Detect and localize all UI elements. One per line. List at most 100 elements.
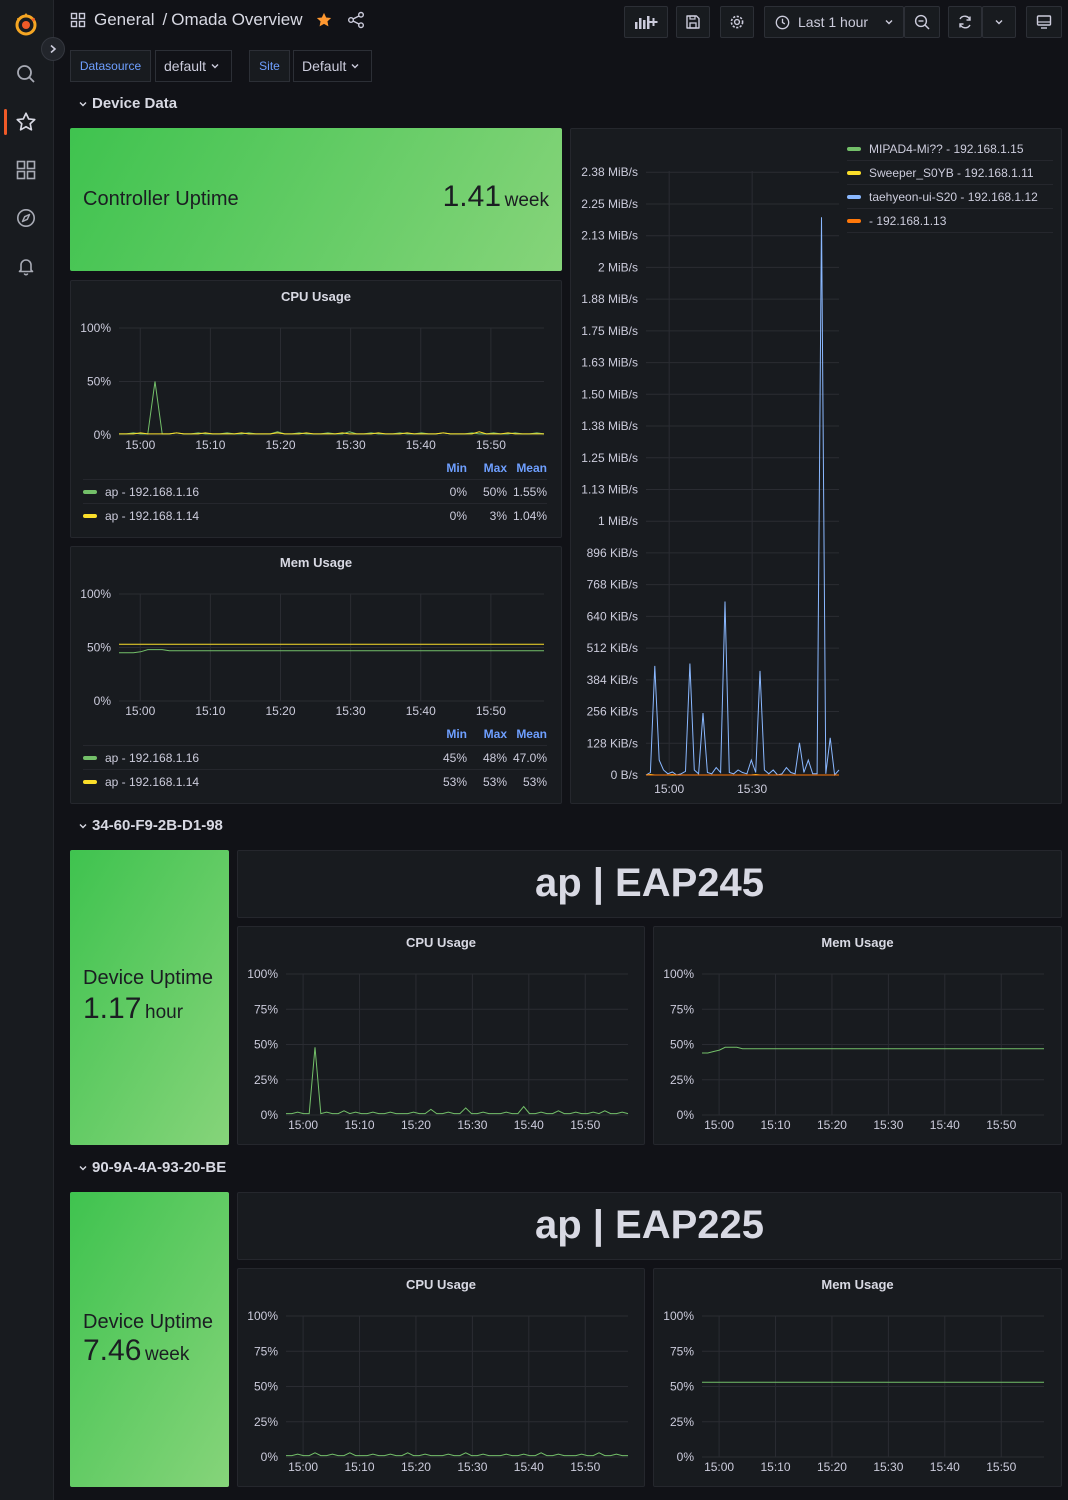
- legend-header-mean[interactable]: Mean: [507, 727, 547, 741]
- row-title: Device Data: [92, 95, 178, 112]
- row-device-1[interactable]: 34-60-F9-2B-D1-98: [78, 817, 223, 834]
- save-dashboard-button[interactable]: [676, 6, 710, 38]
- save-icon: [686, 15, 700, 29]
- mem-usage-panel[interactable]: Mem Usage 0% 50% 100% 15:00 15:10 15:20 15:30 1…: [70, 546, 562, 804]
- monitor-icon: [1036, 15, 1052, 29]
- x-tick-label: 15:30: [457, 1460, 487, 1474]
- time-range-picker[interactable]: Last 1 hour: [764, 6, 904, 38]
- legend-item[interactable]: Sweeper_S0YB - 192.168.1.11: [847, 161, 1053, 185]
- series-color-swatch: [847, 170, 861, 175]
- folder-link[interactable]: General: [94, 10, 154, 30]
- x-tick-label: 15:40: [514, 1460, 544, 1474]
- zoom-out-icon: [914, 14, 930, 30]
- device-uptime-stat[interactable]: Device Uptime 1.17 hour: [70, 850, 229, 1145]
- series-color-swatch: [83, 489, 97, 494]
- series-color-swatch: [847, 146, 861, 151]
- legend-series-name: - 192.168.1.13: [869, 213, 947, 228]
- stat-unit: week: [504, 190, 549, 211]
- legend-header-max[interactable]: Max: [467, 727, 507, 741]
- refresh-interval-dropdown[interactable]: [982, 6, 1016, 38]
- legend-min: 45%: [442, 750, 467, 765]
- row-title: 34-60-F9-2B-D1-98: [92, 817, 223, 834]
- x-tick-label: 15:50: [570, 1118, 600, 1132]
- x-tick-label: 15:30: [336, 704, 366, 718]
- zoom-out-button[interactable]: [904, 6, 940, 38]
- legend-headers: Min Max Mean: [427, 727, 547, 741]
- x-tick-label: 15:00: [654, 782, 684, 796]
- datasource-value: default: [164, 58, 207, 74]
- starred-icon[interactable]: [12, 108, 40, 136]
- cpu-usage-panel[interactable]: CPU Usage 0% 50% 100% 15:00 15:10 15:20 15:30 1…: [70, 280, 562, 538]
- x-tick-label: 15:20: [265, 438, 295, 452]
- legend-series-name: ap - 192.168.1.14: [105, 774, 200, 789]
- y-tick-label: 1.63 MiB/s: [581, 356, 638, 370]
- tv-mode-button[interactable]: [1026, 6, 1062, 38]
- add-panel-button[interactable]: [624, 6, 668, 38]
- row-device-data[interactable]: Device Data: [78, 95, 177, 112]
- dashboards-icon[interactable]: [12, 156, 40, 184]
- alerting-bell-icon[interactable]: [12, 252, 40, 280]
- x-tick-label: 15:30: [873, 1118, 903, 1132]
- x-tick-label: 15:40: [514, 1118, 544, 1132]
- legend-max: 53%: [482, 774, 507, 789]
- series-line: [646, 773, 839, 776]
- device-title-panel: ap | EAP245: [237, 850, 1062, 918]
- legend-item[interactable]: ap - 192.168.1.16 0% 50% 1.55%: [83, 479, 547, 503]
- chevron-down-icon: [79, 1165, 87, 1170]
- search-icon[interactable]: [12, 60, 40, 88]
- client-traffic-panel[interactable]: 0 B/s 128 KiB/s 256 KiB/s 384 KiB/s 512 KiB/…: [570, 128, 1062, 804]
- legend-item[interactable]: - 192.168.1.13: [847, 209, 1053, 233]
- star-filled-icon[interactable]: [315, 11, 333, 29]
- legend-header-max[interactable]: Max: [467, 461, 507, 475]
- mem-usage-chart: 0% 50% 100% 15:00 15:10 15:20 15:30 15:40 15:50: [80, 587, 544, 718]
- x-tick-label: 15:00: [704, 1118, 734, 1132]
- stat-value: 1.41: [442, 180, 502, 213]
- legend-item[interactable]: taehyeon-ui-S20 - 192.168.1.12: [847, 185, 1053, 209]
- datasource-variable-select[interactable]: default: [155, 50, 232, 82]
- y-tick-label: 384 KiB/s: [587, 673, 638, 687]
- device-mem-panel[interactable]: Mem Usage 0% 25% 50% 75% 100% 15:00 15:10 15:20…: [653, 926, 1062, 1145]
- device-cpu-panel[interactable]: CPU Usage 0% 25% 50% 75% 100% 15:00 15:10 15:20…: [237, 1268, 645, 1487]
- site-variable-select[interactable]: Default: [293, 50, 372, 82]
- legend-item[interactable]: ap - 192.168.1.14 53% 53% 53%: [83, 769, 547, 793]
- legend-series-name: MIPAD4-Mi?? - 192.168.1.15: [869, 141, 1024, 156]
- legend-item[interactable]: MIPAD4-Mi?? - 192.168.1.15: [847, 137, 1053, 161]
- refresh-button[interactable]: [948, 6, 982, 38]
- chevron-down-icon: [211, 64, 219, 69]
- x-tick-label: 15:00: [288, 1460, 318, 1474]
- chevron-down-icon: [995, 20, 1003, 25]
- y-tick-label: 50%: [670, 1380, 694, 1394]
- dashboard-settings-button[interactable]: [720, 6, 754, 38]
- legend-item[interactable]: ap - 192.168.1.16 45% 48% 47.0%: [83, 745, 547, 769]
- x-tick-label: 15:40: [930, 1118, 960, 1132]
- gear-icon: [730, 15, 744, 29]
- y-tick-label: 256 KiB/s: [587, 705, 638, 719]
- device-mem-chart: 0% 25% 50% 75% 100% 15:00 15:10 15:20 15:30 15:40…: [663, 967, 1044, 1132]
- legend-header-mean[interactable]: Mean: [507, 461, 547, 475]
- y-tick-label: 768 KiB/s: [587, 578, 638, 592]
- y-tick-label: 50%: [254, 1380, 278, 1394]
- legend-min: 0%: [449, 484, 467, 499]
- x-tick-label: 15:40: [930, 1460, 960, 1474]
- row-device-2[interactable]: 90-9A-4A-93-20-BE: [78, 1159, 226, 1176]
- y-tick-label: 0%: [677, 1108, 695, 1122]
- cpu-usage-chart: 0% 50% 100% 15:00 15:10 15:20 15:30 15:40 15:50: [80, 321, 545, 452]
- controller-uptime-stat[interactable]: Controller Uptime 1.41 week: [70, 128, 562, 271]
- legend-item[interactable]: ap - 192.168.1.14 0% 3% 1.04%: [83, 503, 547, 527]
- explore-icon[interactable]: [12, 204, 40, 232]
- x-tick-label: 15:00: [704, 1460, 734, 1474]
- legend-max: 50%: [482, 484, 507, 499]
- device-mem-panel[interactable]: Mem Usage 0% 25% 50% 75% 100% 15:00 15:10 15:20…: [653, 1268, 1062, 1487]
- topbar: General / Omada Overview Last 1 hour: [54, 0, 1068, 44]
- grafana-logo-icon[interactable]: [12, 10, 40, 38]
- expand-sidebar-chevron-icon[interactable]: [41, 37, 65, 61]
- legend-header-min[interactable]: Min: [427, 727, 467, 741]
- dashboard-title[interactable]: Omada Overview: [171, 10, 302, 30]
- legend-header-min[interactable]: Min: [427, 461, 467, 475]
- legend-series-name: ap - 192.168.1.14: [105, 508, 200, 523]
- series-line: [702, 1046, 1044, 1054]
- device-cpu-panel[interactable]: CPU Usage 0% 25% 50% 75% 100% 15:00 15:10 15:20…: [237, 926, 645, 1145]
- share-icon[interactable]: [347, 11, 365, 29]
- device-uptime-stat[interactable]: Device Uptime 7.46 week: [70, 1192, 229, 1487]
- y-tick-label: 0%: [677, 1450, 695, 1464]
